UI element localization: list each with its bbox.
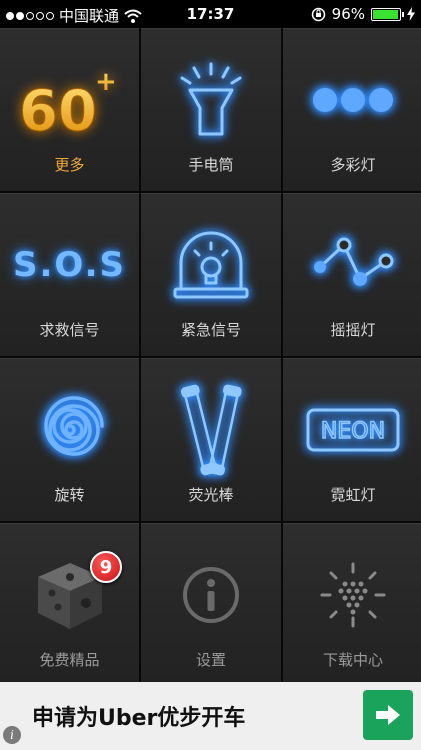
tile-shake-light[interactable]: 摇摇灯 <box>283 193 421 356</box>
tile-settings[interactable]: 设置 <box>141 523 281 686</box>
tile-emergency[interactable]: 紧急信号 <box>141 193 281 356</box>
loading-sun-icon <box>283 545 421 645</box>
more-icon-plus: + <box>95 67 117 97</box>
tile-label: 旋转 <box>54 486 85 504</box>
tile-label: 摇摇灯 <box>330 321 376 339</box>
arrow-right-icon <box>376 705 400 725</box>
spiral-icon <box>0 380 139 480</box>
sos-icon-text: S.O.S <box>13 245 126 285</box>
tile-label: 紧急信号 <box>180 321 241 339</box>
tile-color-lights[interactable]: 多彩灯 <box>283 28 421 191</box>
status-bar: 中国联通 17:37 96% <box>0 0 421 28</box>
tile-label: 免费精品 <box>39 651 100 669</box>
sos-icon: S.O.S <box>0 215 139 315</box>
tile-sos[interactable]: S.O.S 求救信号 <box>0 193 139 356</box>
tile-rotate[interactable]: 旋转 <box>0 358 139 521</box>
tile-download-center[interactable]: 下载中心 <box>283 523 421 686</box>
tile-flashlight[interactable]: 手电筒 <box>141 28 281 191</box>
ad-info-button[interactable]: i <box>3 726 21 744</box>
tile-label: 霓虹灯 <box>330 486 376 504</box>
60-plus-icon: 60 + <box>0 50 139 150</box>
tile-label: 下载中心 <box>322 651 383 669</box>
tile-free-apps[interactable]: 9 免费精品 <box>0 523 139 686</box>
notification-badge: 9 <box>90 551 122 583</box>
feature-grid: 60 + 更多 手电筒 多彩灯 S.O.S 求救信号 紧急信号 摇摇灯 旋转 荧… <box>0 28 421 686</box>
ad-text: 申请为Uber优步开车 <box>32 706 246 731</box>
battery-icon <box>371 7 404 21</box>
siren-icon <box>141 215 281 315</box>
ad-banner[interactable]: 申请为Uber优步开车 i <box>0 682 421 750</box>
more-icon-number: 60 <box>19 79 97 140</box>
tile-label: 设置 <box>195 651 226 669</box>
ad-go-button[interactable] <box>363 690 413 740</box>
tile-label: 求救信号 <box>39 321 100 339</box>
tile-more[interactable]: 60 + 更多 <box>0 28 139 191</box>
charging-bolt-icon <box>407 7 415 21</box>
flashlight-icon <box>141 50 281 150</box>
tile-glow-stick[interactable]: 荧光棒 <box>141 358 281 521</box>
tile-label: 多彩灯 <box>330 156 376 174</box>
glow-sticks-icon <box>141 380 281 480</box>
rotation-lock-icon <box>311 7 325 21</box>
battery-percent: 96% <box>331 5 365 23</box>
zigzag-line-icon <box>283 215 421 315</box>
tile-label: 更多 <box>54 156 85 174</box>
tile-label: 荧光棒 <box>188 486 234 504</box>
info-icon <box>141 545 281 645</box>
tile-label: 手电筒 <box>188 156 234 174</box>
three-dots-icon <box>283 50 421 150</box>
tile-neon[interactable]: NEON 霓虹灯 <box>283 358 421 521</box>
neon-sign-icon: NEON <box>283 380 421 480</box>
neon-icon-text: NEON <box>321 419 385 444</box>
